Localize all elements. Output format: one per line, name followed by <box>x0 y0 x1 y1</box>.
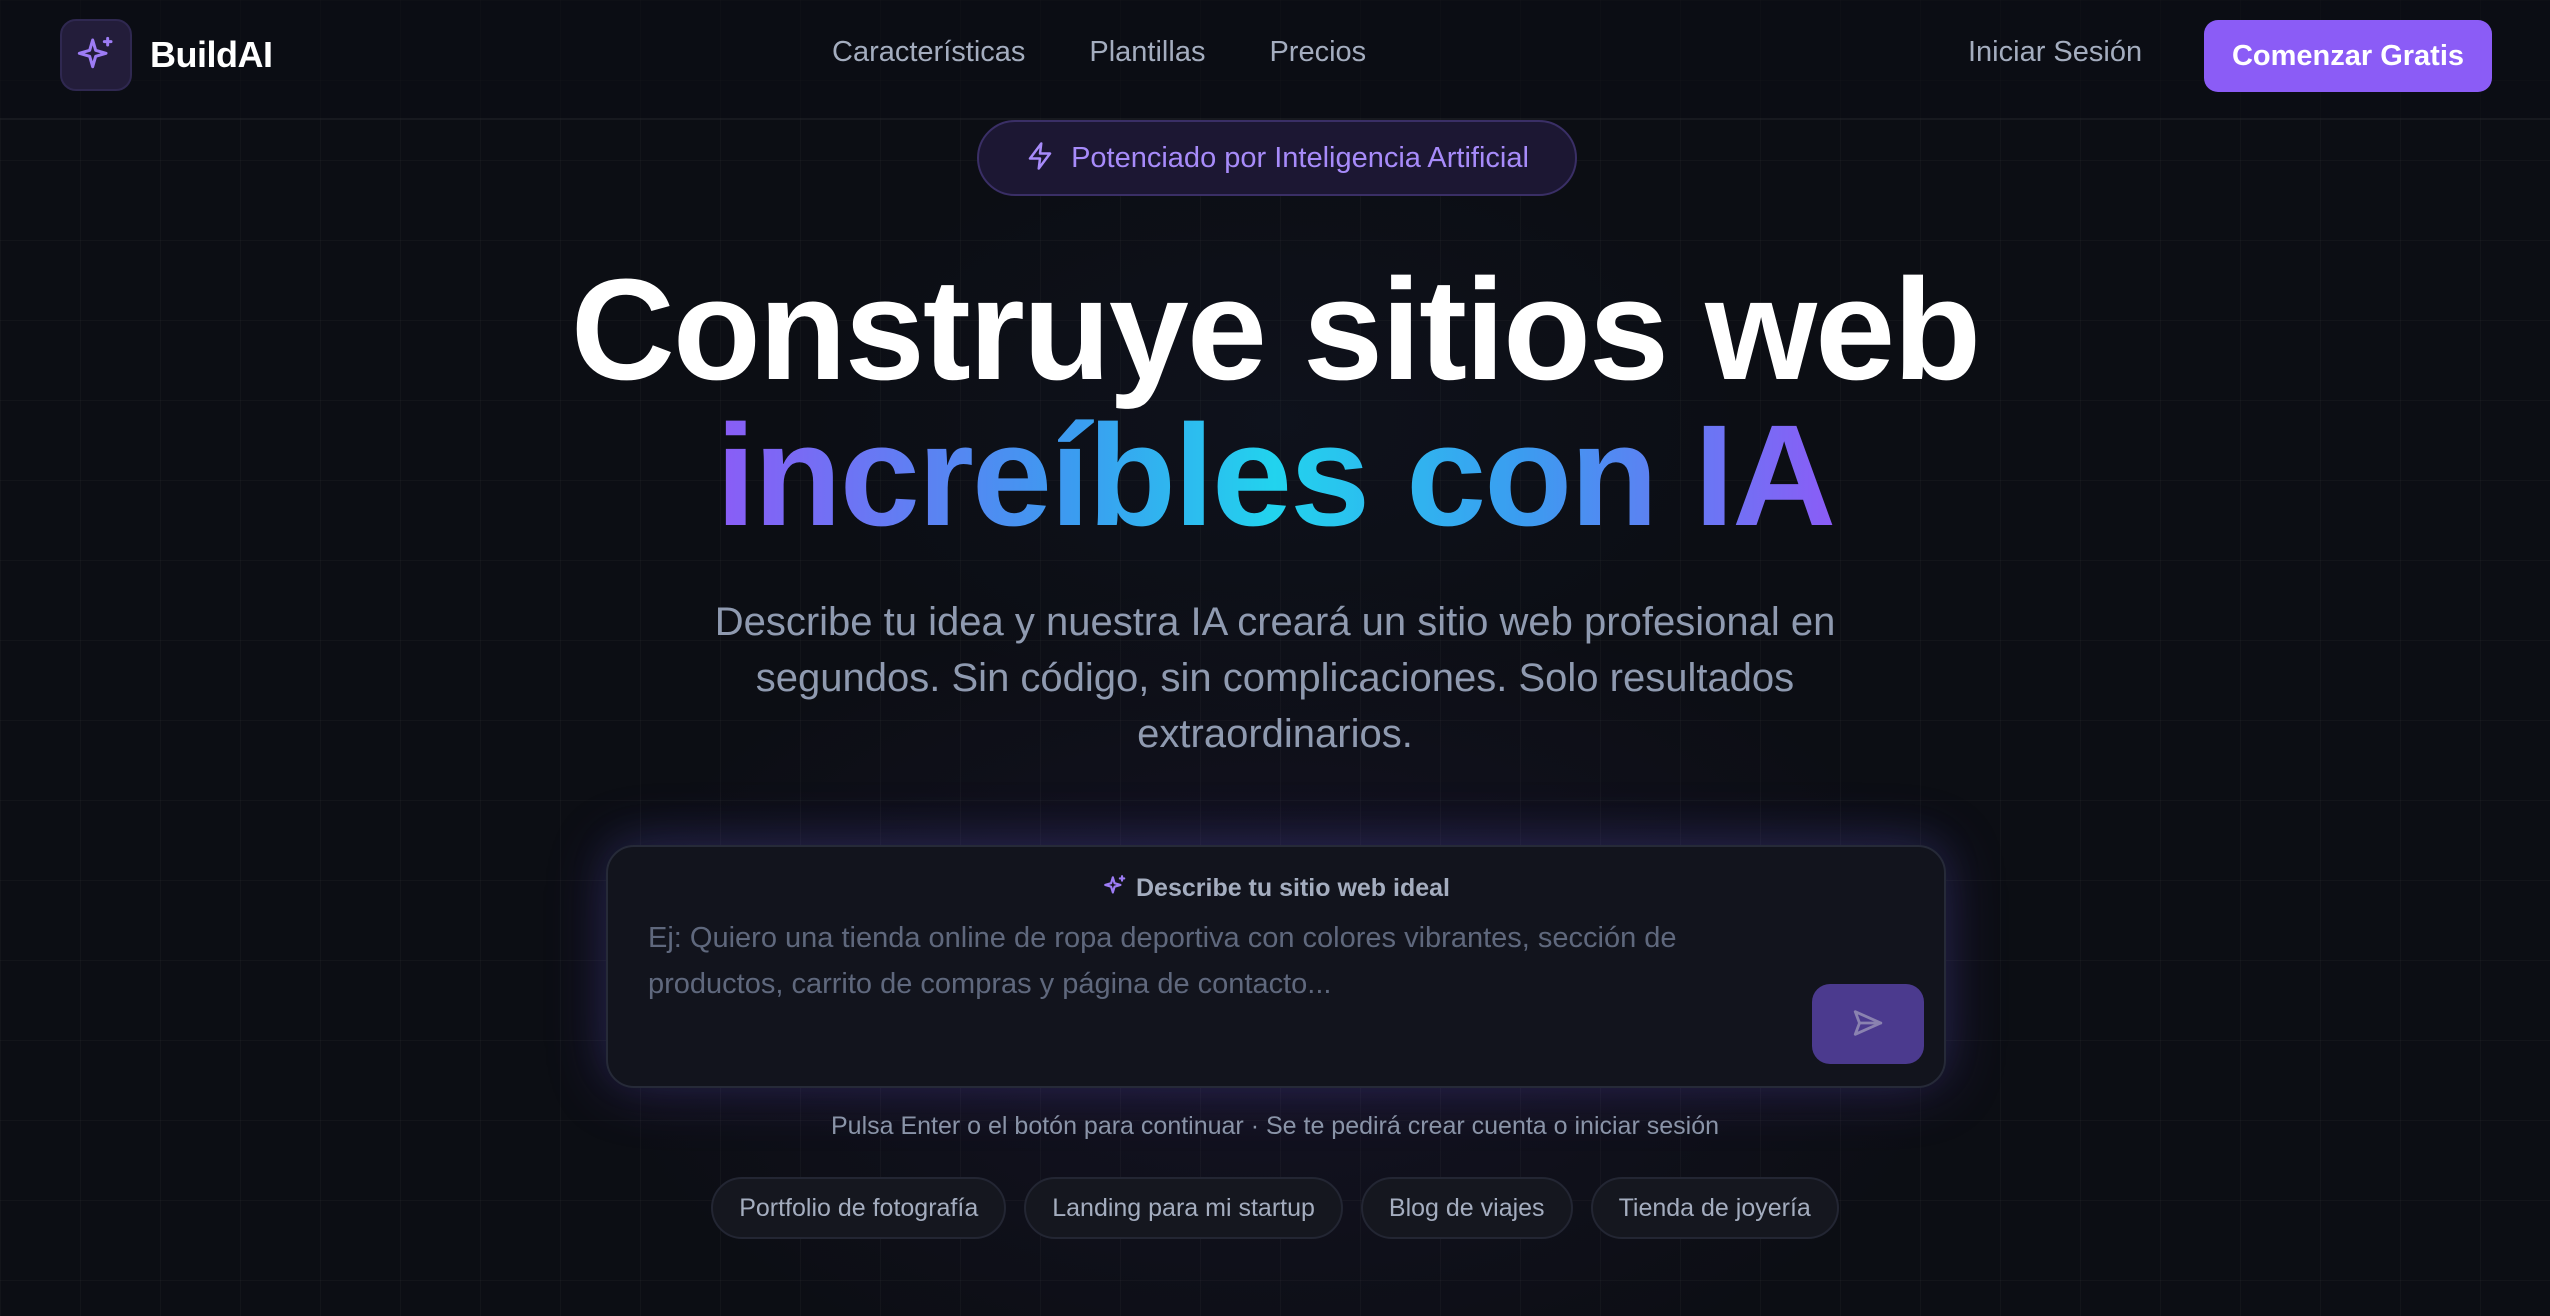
prompt-label: Describe tu sitio web ideal <box>608 873 1944 904</box>
main-nav: Características Plantillas Precios <box>832 36 1366 69</box>
send-icon <box>1851 1006 1885 1043</box>
ai-powered-badge: Potenciado por Inteligencia Artificial <box>977 120 1577 196</box>
lightning-icon <box>1025 141 1055 176</box>
send-button[interactable] <box>1812 984 1924 1064</box>
prompt-label-text: Describe tu sitio web ideal <box>1136 874 1450 902</box>
website-description-input[interactable] <box>648 915 1708 1025</box>
sparkles-icon <box>60 19 132 91</box>
top-navbar: BuildAI Características Plantillas Preci… <box>0 0 2550 120</box>
hero-subtitle: Describe tu idea y nuestra IA creará un … <box>714 600 1836 756</box>
sparkles-icon <box>1102 873 1128 904</box>
hero-title: Construye sitios web increíbles con IA <box>0 258 2550 548</box>
hero-title-line1: Construye sitios web <box>570 249 1981 410</box>
login-link[interactable]: Iniciar Sesión <box>1968 36 2142 69</box>
brand-name: BuildAI <box>150 34 273 75</box>
suggestion-chip-startup[interactable]: Landing para mi startup <box>1024 1177 1343 1239</box>
nav-link-precios[interactable]: Precios <box>1269 36 1366 69</box>
nav-link-plantillas[interactable]: Plantillas <box>1089 36 1205 69</box>
suggestion-chip-jewelry-store[interactable]: Tienda de joyería <box>1590 1177 1839 1239</box>
hero-title-line2: increíbles con IA <box>715 395 1836 556</box>
nav-link-caracteristicas[interactable]: Características <box>832 36 1025 69</box>
suggestion-chip-photography[interactable]: Portfolio de fotografía <box>711 1177 1007 1239</box>
suggestion-chip-travel-blog[interactable]: Blog de viajes <box>1360 1177 1573 1239</box>
suggestion-chips: Portfolio de fotografía Landing para mi … <box>0 1177 2550 1239</box>
prompt-hint: Pulsa Enter o el botón para continuar · … <box>830 1112 1719 1140</box>
prompt-card: Describe tu sitio web ideal <box>606 845 1946 1088</box>
badge-text: Potenciado por Inteligencia Artificial <box>1071 141 1529 174</box>
brand-logo[interactable]: BuildAI <box>60 19 273 91</box>
start-free-button[interactable]: Comenzar Gratis <box>2204 20 2492 92</box>
